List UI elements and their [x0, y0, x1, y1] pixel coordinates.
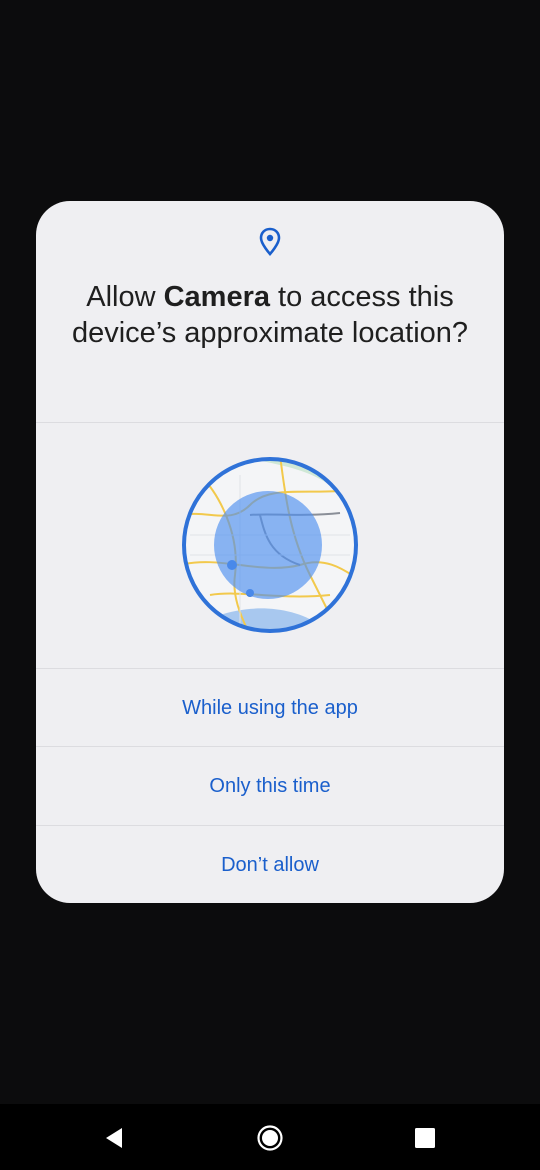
dialog-title: Allow Camera to access this device’s app… [66, 279, 474, 351]
location-pin-icon [259, 227, 281, 256]
permission-dialog: Allow Camera to access this device’s app… [36, 201, 504, 903]
title-app-name: Camera [163, 281, 270, 313]
screen: Allow Camera to access this device’s app… [0, 0, 540, 1170]
recents-square-icon[interactable] [411, 1124, 439, 1152]
dont-allow-button[interactable]: Don’t allow [36, 826, 504, 903]
navigation-bar [0, 1104, 540, 1170]
only-this-time-button[interactable]: Only this time [36, 747, 504, 825]
home-circle-icon[interactable] [256, 1124, 284, 1152]
title-prefix: Allow [86, 281, 164, 313]
approximate-location-map-icon [182, 457, 358, 633]
divider [36, 422, 504, 423]
back-triangle-icon[interactable] [100, 1124, 128, 1152]
while-using-app-button[interactable]: While using the app [36, 669, 504, 747]
